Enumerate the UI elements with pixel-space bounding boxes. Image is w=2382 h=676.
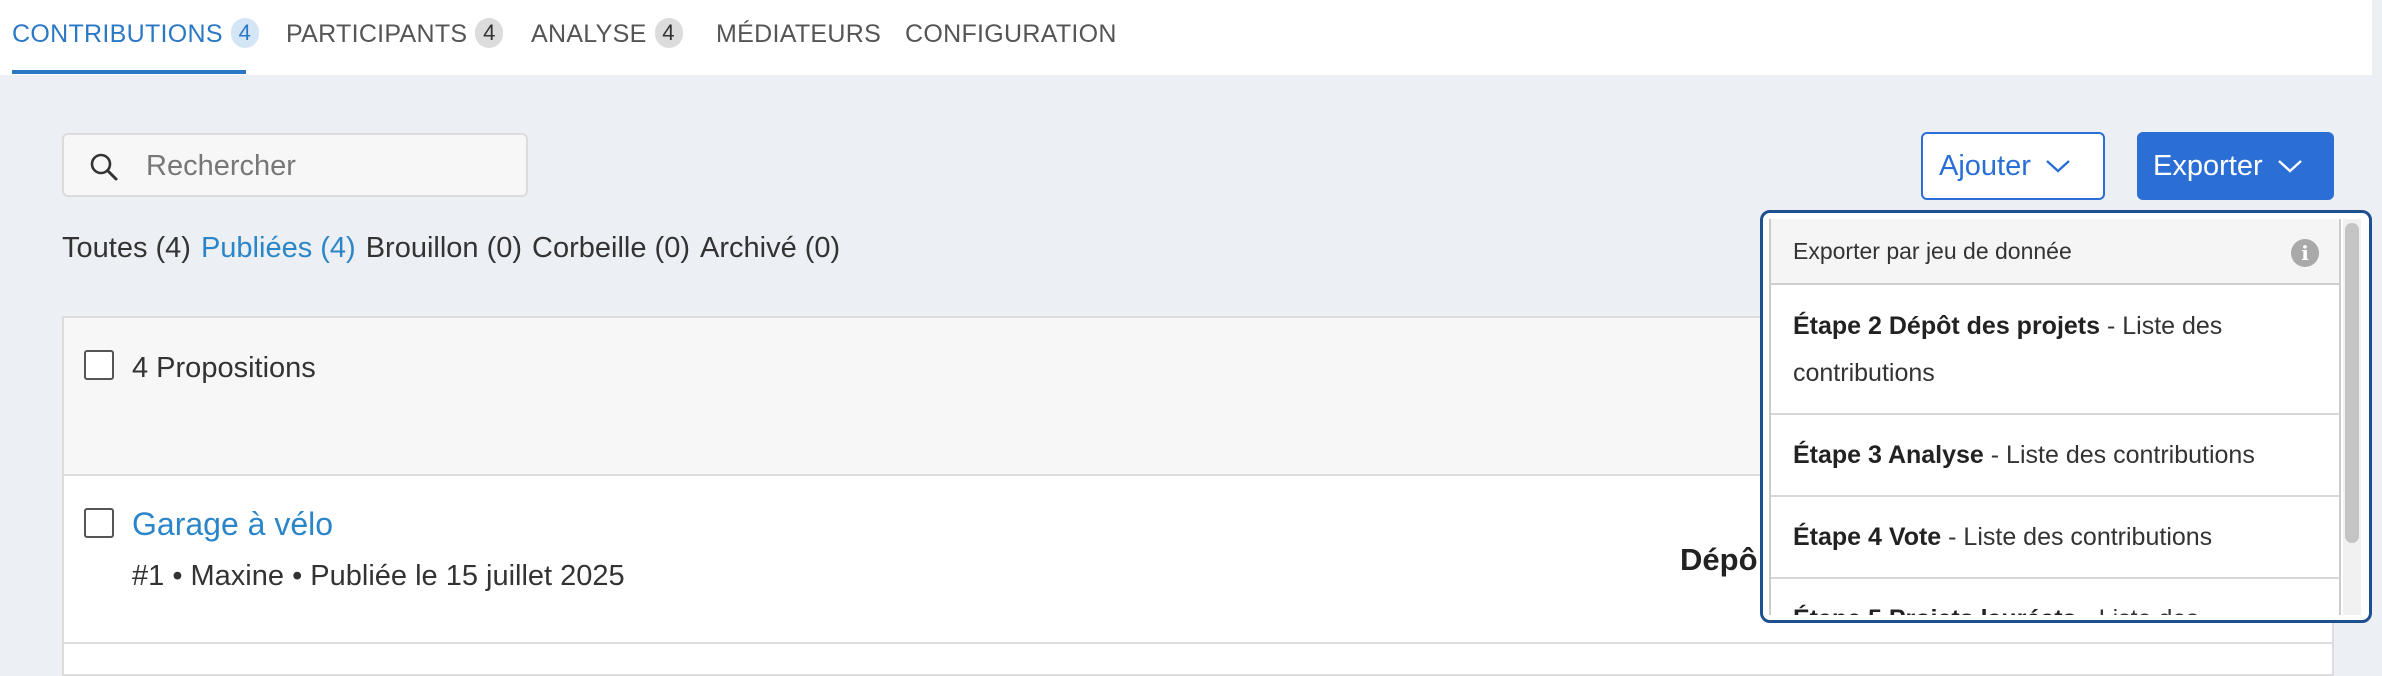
proposal-title-link[interactable]: Garage à vélo xyxy=(132,506,333,543)
proposals-count: 4 Propositions xyxy=(132,352,316,384)
export-item-step: Étape 3 Analyse xyxy=(1793,441,1984,469)
proposal-step: Dépô xyxy=(1680,542,1758,577)
export-item-label: - Liste des contributions xyxy=(1983,441,2255,469)
row-checkbox[interactable] xyxy=(84,508,114,538)
tab-mediateurs-label: MÉDIATEURS xyxy=(716,20,882,48)
export-item-step: Étape 2 Dépôt des projets xyxy=(1793,312,2101,340)
tab-contributions-label: CONTRIBUTIONS xyxy=(12,20,223,48)
filter-draft[interactable]: Brouillon (0) xyxy=(366,232,522,265)
tab-participants-count: 4 xyxy=(475,18,504,48)
export-menu-list: Exporter par jeu de donnée i Étape 2 Dép… xyxy=(1769,219,2341,615)
export-item-step: Étape 5 Projets lauréats xyxy=(1793,605,2076,615)
export-item-step: Étape 4 Vote xyxy=(1793,523,1942,551)
add-button[interactable]: Ajouter xyxy=(1921,132,2105,200)
tab-participants-label: PARTICIPANTS xyxy=(286,20,468,48)
export-menu-item[interactable]: Étape 3 Analyse - Liste des contribution… xyxy=(1771,415,2339,497)
filter-all[interactable]: Toutes (4) xyxy=(62,232,191,265)
chevron-down-icon xyxy=(2046,160,2070,173)
export-button[interactable]: Exporter xyxy=(2137,132,2334,200)
active-tab-indicator xyxy=(12,70,246,74)
tab-configuration[interactable]: CONFIGURATION xyxy=(905,20,1117,72)
select-all-checkbox[interactable] xyxy=(84,350,114,380)
tab-analyse[interactable]: ANALYSE 4 xyxy=(531,18,683,72)
search-icon xyxy=(90,153,118,181)
add-button-label: Ajouter xyxy=(1939,149,2031,182)
search-input[interactable] xyxy=(144,143,518,189)
filter-published[interactable]: Publiées (4) xyxy=(201,232,356,265)
export-button-label: Exporter xyxy=(2153,149,2263,182)
filter-trash[interactable]: Corbeille (0) xyxy=(532,232,690,265)
proposal-meta: #1 • Maxine • Publiée le 15 juillet 2025 xyxy=(132,560,625,592)
search-box xyxy=(62,133,528,197)
status-filters: Toutes (4) Publiées (4) Brouillon (0) Co… xyxy=(62,232,840,265)
top-tab-bar: CONTRIBUTIONS 4 PARTICIPANTS 4 ANALYSE 4… xyxy=(0,0,2372,75)
export-menu-item[interactable]: Étape 5 Projets lauréats - Liste des con… xyxy=(1771,579,2339,615)
tab-analyse-label: ANALYSE xyxy=(531,20,647,48)
scrollbar-thumb[interactable] xyxy=(2345,223,2359,543)
export-dropdown-menu: Exporter par jeu de donnée i Étape 2 Dép… xyxy=(1760,210,2372,623)
tab-contributions-count: 4 xyxy=(230,18,259,48)
chevron-down-icon xyxy=(2277,160,2302,173)
tab-mediateurs[interactable]: MÉDIATEURS xyxy=(716,20,881,72)
export-menu-item[interactable]: Étape 4 Vote - Liste des contributions xyxy=(1771,497,2339,579)
export-menu-header-label: Exporter par jeu de donnée xyxy=(1793,237,2072,264)
tab-analyse-count: 4 xyxy=(654,18,683,48)
info-icon[interactable]: i xyxy=(2291,239,2319,267)
export-menu-item[interactable]: Étape 2 Dépôt des projets - Liste des co… xyxy=(1771,285,2339,415)
tab-contributions[interactable]: CONTRIBUTIONS 4 xyxy=(12,18,259,72)
export-item-label: - Liste des contributions xyxy=(1941,523,2213,551)
tab-participants[interactable]: PARTICIPANTS 4 xyxy=(286,18,504,72)
export-menu-header: Exporter par jeu de donnée i xyxy=(1771,219,2339,285)
tab-configuration-label: CONFIGURATION xyxy=(905,20,1117,48)
filter-archived[interactable]: Archivé (0) xyxy=(700,232,840,265)
